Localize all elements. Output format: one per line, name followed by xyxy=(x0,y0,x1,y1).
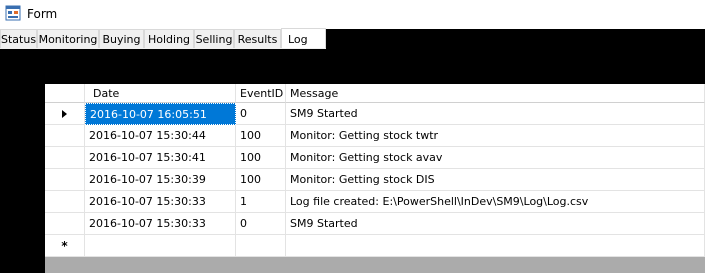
tab-buying[interactable]: Buying xyxy=(99,29,144,48)
row-header[interactable] xyxy=(45,191,85,213)
table-row[interactable]: 2016-10-07 16:05:51 0 SM9 Started xyxy=(45,103,705,125)
row-header-corner xyxy=(45,84,85,103)
cell-eventid[interactable]: 100 xyxy=(236,169,286,191)
cell-message[interactable]: SM9 Started xyxy=(286,103,705,125)
cell-eventid[interactable]: 0 xyxy=(236,213,286,235)
column-header-message[interactable]: Message xyxy=(286,84,705,103)
table-row[interactable]: 2016-10-07 15:30:33 1 Log file created: … xyxy=(45,191,705,213)
tab-selling[interactable]: Selling xyxy=(194,29,234,48)
tab-log[interactable]: Log xyxy=(281,28,326,48)
tab-results[interactable]: Results xyxy=(234,29,281,48)
new-row[interactable]: * xyxy=(45,235,705,257)
cell-eventid[interactable]: 1 xyxy=(236,191,286,213)
column-header-date[interactable]: Date xyxy=(85,84,236,103)
tab-monitoring[interactable]: Monitoring xyxy=(37,29,99,48)
cell-message[interactable]: Monitor: Getting stock twtr xyxy=(286,125,705,147)
tab-status[interactable]: Status xyxy=(0,29,37,48)
cell-message[interactable]: Monitor: Getting stock DIS xyxy=(286,169,705,191)
cell-message[interactable]: Log file created: E:\PowerShell\InDev\SM… xyxy=(286,191,705,213)
title-bar: Form xyxy=(0,0,705,29)
cell-date[interactable]: 2016-10-07 15:30:33 xyxy=(85,213,236,235)
cell-eventid-new[interactable] xyxy=(236,235,286,257)
arrow-right-icon xyxy=(62,110,67,118)
cell-eventid[interactable]: 0 xyxy=(236,103,286,125)
cell-date-new[interactable] xyxy=(85,235,236,257)
table-row[interactable]: 2016-10-07 15:30:39 100 Monitor: Getting… xyxy=(45,169,705,191)
row-header[interactable] xyxy=(45,147,85,169)
row-header[interactable] xyxy=(45,213,85,235)
cell-message[interactable]: Monitor: Getting stock avav xyxy=(286,147,705,169)
row-header[interactable] xyxy=(45,125,85,147)
form-app-icon xyxy=(5,5,21,21)
row-header[interactable] xyxy=(45,103,85,125)
cell-eventid[interactable]: 100 xyxy=(236,125,286,147)
table-row[interactable]: 2016-10-07 15:30:41 100 Monitor: Getting… xyxy=(45,147,705,169)
table-row[interactable]: 2016-10-07 15:30:33 0 SM9 Started xyxy=(45,213,705,235)
column-header-eventid[interactable]: EventID xyxy=(236,84,286,103)
new-row-marker: * xyxy=(61,239,68,253)
cell-message[interactable]: SM9 Started xyxy=(286,213,705,235)
cell-message-new[interactable] xyxy=(286,235,705,257)
tab-holding[interactable]: Holding xyxy=(144,29,194,48)
cell-date[interactable]: 2016-10-07 15:30:41 xyxy=(85,147,236,169)
log-data-grid[interactable]: Date EventID Message 2016-10-07 16:05:51… xyxy=(45,84,705,273)
table-row[interactable]: 2016-10-07 15:30:44 100 Monitor: Getting… xyxy=(45,125,705,147)
cell-date[interactable]: 2016-10-07 16:05:51 xyxy=(85,103,236,125)
cell-date[interactable]: 2016-10-07 15:30:44 xyxy=(85,125,236,147)
cell-eventid[interactable]: 100 xyxy=(236,147,286,169)
new-row-header[interactable]: * xyxy=(45,235,85,257)
tab-strip: Status Monitoring Buying Holding Selling… xyxy=(0,28,326,49)
cell-date[interactable]: 2016-10-07 15:30:33 xyxy=(85,191,236,213)
window-title: Form xyxy=(27,7,58,21)
row-header[interactable] xyxy=(45,169,85,191)
cell-date[interactable]: 2016-10-07 15:30:39 xyxy=(85,169,236,191)
